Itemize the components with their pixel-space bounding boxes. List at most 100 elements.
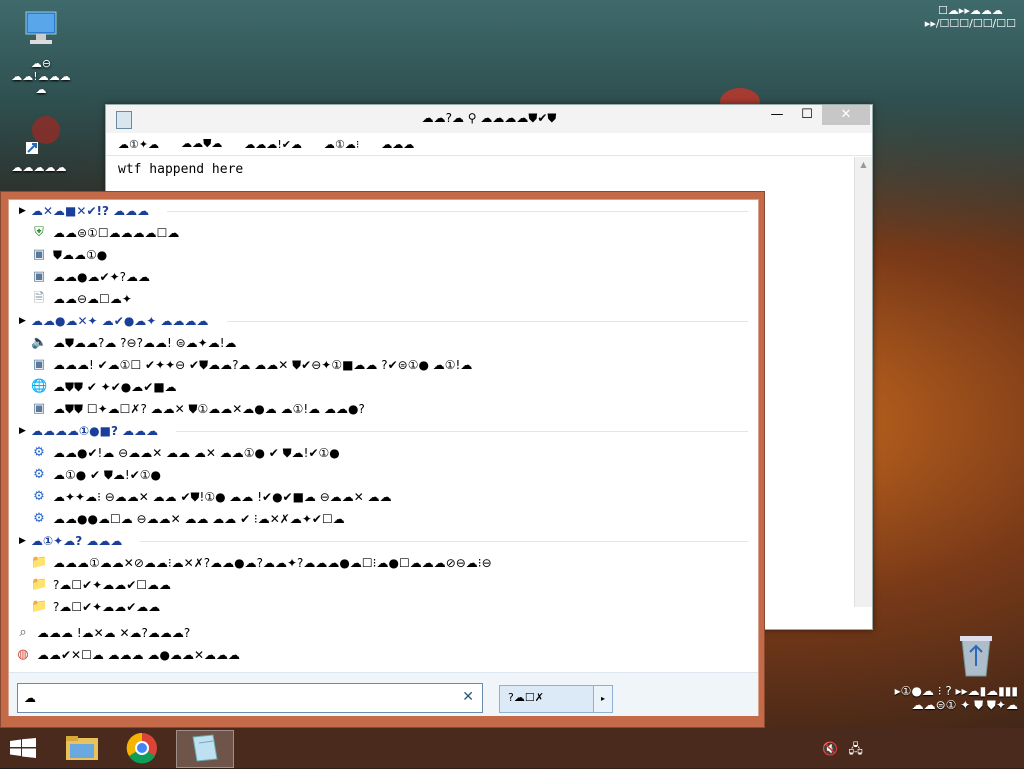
options-dropdown[interactable]: ?☁☐✗ ▸ (499, 685, 613, 713)
list-item[interactable]: 📁 ☁☁☁①☁☁✕⊘☁☁⁝☁✕✗?☁☁●☁?☁☁✦?☁☁☁●☁☐⁝☁●☐☁☁☁⊘⊖… (9, 552, 758, 574)
list-item[interactable]: 📁 ?☁☐✔✦☁☁✔☁☁ (9, 596, 758, 618)
taskbar-file-explorer[interactable] (54, 730, 110, 766)
search-box[interactable]: ✕ (17, 683, 483, 713)
menu-help[interactable]: ☁☁☁ (381, 138, 414, 151)
list-item-label: ☁☁☁! ✔☁①☐ ✔✦✦⊖ ✔⛊☁☁?☁ ☁☁✕ ⛊✔⊖✦①■☁☁ ?✔⊜①●… (53, 357, 473, 372)
group-header[interactable]: ▶ ☁✕☁■✕✔!? ☁☁☁ (9, 200, 758, 222)
window-icon: ▣ (32, 247, 46, 262)
search-input[interactable] (18, 684, 446, 712)
options-label: ?☁☐✗ (508, 691, 544, 704)
list-item[interactable]: ⚙ ☁✦✦☁⁝ ⊖☁☁✕ ☁☁ ✔⛊!①● ☁☁ !✔●✔■☁ ⊖☁☁✕ ☁☁ (9, 486, 758, 508)
menu-file[interactable]: ☁①✦☁ (118, 138, 159, 151)
minimize-button[interactable]: — (762, 105, 792, 125)
launcher-window[interactable]: ▶ ☁✕☁■✕✔!? ☁☁☁ ⛨ ☁☁⊜①☐☁☁☁☁☐☁ ▣ ⛊☁☁①● ▣ ☁☁●☁… (0, 191, 765, 728)
group-title: ☁✕☁■✕✔!? ☁☁☁ (31, 204, 150, 218)
chrome-icon (126, 732, 157, 764)
speaker-icon: 🔈 (31, 335, 48, 350)
list-item[interactable]: 🌐 ☁⛊⛊ ✔ ✦✔●☁✔■☁ (9, 376, 758, 398)
list-item[interactable]: ◍ ☁☁✔✕☐☁ ☁☁☁ ☁●☁☁✕☁☁☁ (9, 644, 758, 666)
clock-date: ▸▸/☐☐☐/☐☐/☐☐ (924, 17, 1016, 30)
list-item-label: ☁☁●●☁☐☁ ⊖☁☁✕ ☁☁ ☁☁ ✔ ⁝☁✕✗☁✦✔☐☁ (53, 512, 345, 526)
list-item[interactable]: ▣ ⛊☁☁①● (9, 244, 758, 266)
taskbar-notepad[interactable] (176, 730, 234, 768)
list-item[interactable]: 🔈 ☁⛊☁☁?☁ ?⊖?☁☁! ⊜☁✦☁!☁ (9, 332, 758, 354)
group-title: ☁☁☁☁①●■? ☁☁☁ (31, 424, 159, 438)
chrome-icon: ◍ (17, 647, 29, 662)
flower-shortcut-icon (26, 116, 60, 154)
list-item-label: ☁☁⊖☁☐☁✦ (53, 292, 132, 306)
list-item[interactable]: ▣ ☁☁☁! ✔☁①☐ ✔✦✦⊖ ✔⛊☁☁?☁ ☁☁✕ ⛊✔⊖✦①■☁☁ ?✔⊜①… (9, 354, 758, 376)
list-item-label: ☁⛊⛊ ✔ ✦✔●☁✔■☁ (53, 379, 177, 394)
launcher-results: ▶ ☁✕☁■✕✔!? ☁☁☁ ⛨ ☁☁⊜①☐☁☁☁☁☐☁ ▣ ⛊☁☁①● ▣ ☁☁●☁… (9, 200, 758, 670)
magnifier-icon: ⌕ (19, 625, 27, 640)
dropdown-arrow-icon[interactable]: ▸ (593, 686, 612, 712)
group-divider (167, 210, 748, 212)
group-divider (226, 320, 748, 322)
gear-icon: ⚙ (33, 445, 45, 460)
notepad-menubar: ☁①✦☁ ☁☁⛊☁ ☁☁☁!✔☁ ☁①☁⁝ ☁☁☁ (106, 133, 872, 156)
list-item[interactable]: ⛨ ☁☁⊜①☐☁☁☁☁☐☁ (9, 222, 758, 244)
menu-edit[interactable]: ☁☁⛊☁ (181, 137, 222, 151)
list-item[interactable]: 🗎 ☁☁⊖☁☐☁✦ (9, 288, 758, 310)
list-item[interactable]: ▣ ☁⛊⛊ ☐✦☁☐✗? ☁☁✕ ⛊①☁☁✕☁●☁ ☁①!☁ ☁☁●? (9, 398, 758, 420)
list-item[interactable]: ⚙ ☁☁●●☁☐☁ ⊖☁☁✕ ☁☁ ☁☁ ✔ ⁝☁✕✗☁✦✔☐☁ (9, 508, 758, 530)
folder-icon: 📁 (31, 555, 48, 570)
notepad-title: ☁☁?☁ ⚲ ☁☁☁☁⛊✔⛊ (421, 111, 557, 125)
folder-icon: 📁 (31, 599, 48, 614)
list-item[interactable]: ▣ ☁☁●☁✔✦?☁☁ (9, 266, 758, 288)
desktop-icon-computer[interactable]: ☁⊖ ☁☁!☁☁☁☁ (6, 8, 76, 96)
desktop-watermark: ▸①●☁ ⁝ ? ▸▸☁▮☁▮▮▮ ☁☁⊜① ✦ ⛊ ⛊✦☁ (895, 684, 1018, 713)
desktop-icon-shortcut[interactable]: ☁☁☁☁☁ (4, 112, 74, 174)
list-item[interactable]: ⌕ ☁☁☁ !☁✕☁ ✕☁?☁☁☁? (9, 622, 758, 644)
desktop-icon-label: ☁☁☁☁☁ (11, 161, 67, 174)
gear-icon: ⚙ (33, 489, 45, 504)
maximize-button[interactable]: ☐ (792, 105, 822, 125)
group-header[interactable]: ▶ ☁①✦☁? ☁☁☁ (9, 530, 758, 552)
watermark-line: ☁☁⊜① ✦ ⛊ ⛊✦☁ (911, 698, 1018, 712)
scroll-up-icon[interactable]: ▲ (855, 157, 872, 173)
menu-format[interactable]: ☁☁☁!✔☁ (244, 138, 302, 151)
clock[interactable]: ☐☁▸▸☁☁☁ ▸▸/☐☐☐/☐☐/☐☐ (925, 4, 1016, 30)
desktop-icon-label: ☁⊖ ☁☁!☁☁☁☁ (11, 57, 71, 96)
group-header[interactable]: ▶ ☁☁☁☁①●■? ☁☁☁ (9, 420, 758, 442)
list-item-label: ☁✦✦☁⁝ ⊖☁☁✕ ☁☁ ✔⛊!①● ☁☁ !✔●✔■☁ ⊖☁☁✕ ☁☁ (53, 489, 392, 504)
system-tray: 🔇 🖧 (822, 740, 863, 762)
notepad-icon (192, 734, 218, 762)
menu-view[interactable]: ☁①☁⁝ (324, 138, 359, 151)
group-title: ☁①✦☁? ☁☁☁ (31, 534, 123, 548)
window-icon: ▣ (32, 269, 46, 284)
list-item-label: ?☁☐✔✦☁☁✔☁☁ (53, 600, 161, 614)
list-item-label: ☁☁✔✕☐☁ ☁☁☁ ☁●☁☁✕☁☁☁ (37, 648, 241, 662)
folder-icon: 📁 (31, 577, 48, 592)
collapse-arrow-icon[interactable]: ▶ (19, 536, 31, 546)
collapse-arrow-icon[interactable]: ▶ (19, 316, 31, 326)
clear-search-icon[interactable]: ✕ (462, 689, 474, 705)
list-item-label: ☁☁●✔!☁ ⊖☁☁✕ ☁☁ ☁✕ ☁☁①● ✔ ⛊☁!✔①● (53, 445, 340, 460)
notepad-titlebar[interactable]: ☁☁?☁ ⚲ ☁☁☁☁⛊✔⛊ — ☐ ✕ (106, 105, 872, 133)
list-item-label: ☁⛊☁☁?☁ ?⊖?☁☁! ⊜☁✦☁!☁ (53, 335, 237, 350)
launcher-footer: ✕ ?☁☐✗ ▸ (9, 672, 758, 716)
list-item-label: ⛊☁☁①● (53, 247, 108, 262)
taskbar-chrome[interactable] (114, 730, 170, 766)
recycle-bin-icon[interactable] (956, 632, 996, 678)
notepad-text-area[interactable]: wtf happend here (106, 156, 872, 183)
collapse-arrow-icon[interactable]: ▶ (19, 206, 31, 216)
network-icon[interactable]: 🖧 (848, 742, 863, 757)
list-item-label: ☁☁☁ !☁✕☁ ✕☁?☁☁☁? (37, 626, 191, 640)
list-item-label: ☁☁⊜①☐☁☁☁☁☐☁ (53, 226, 180, 240)
gear-icon: ⚙ (33, 511, 45, 526)
list-item[interactable]: ⚙ ☁☁●✔!☁ ⊖☁☁✕ ☁☁ ☁✕ ☁☁①● ✔ ⛊☁!✔①● (9, 442, 758, 464)
collapse-arrow-icon[interactable]: ▶ (19, 426, 31, 436)
list-item[interactable]: ⚙ ☁①● ✔ ⛊☁!✔①● (9, 464, 758, 486)
globe-icon: 🌐 (31, 379, 48, 394)
volume-muted-icon[interactable]: 🔇 (822, 742, 838, 757)
computer-icon (25, 11, 57, 44)
list-item[interactable]: 📁 ?☁☐✔✦☁☁✔☐☁☁ (9, 574, 758, 596)
window-icon: ▣ (32, 357, 46, 372)
start-button[interactable] (10, 738, 36, 758)
group-header[interactable]: ▶ ☁☁●☁✕✦ ☁✔●☁✦ ☁☁☁☁ (9, 310, 758, 332)
notepad-scrollbar[interactable]: ▲ (854, 157, 872, 607)
close-button[interactable]: ✕ (822, 105, 870, 125)
group-divider (140, 540, 748, 542)
window-icon: ▣ (32, 401, 46, 416)
